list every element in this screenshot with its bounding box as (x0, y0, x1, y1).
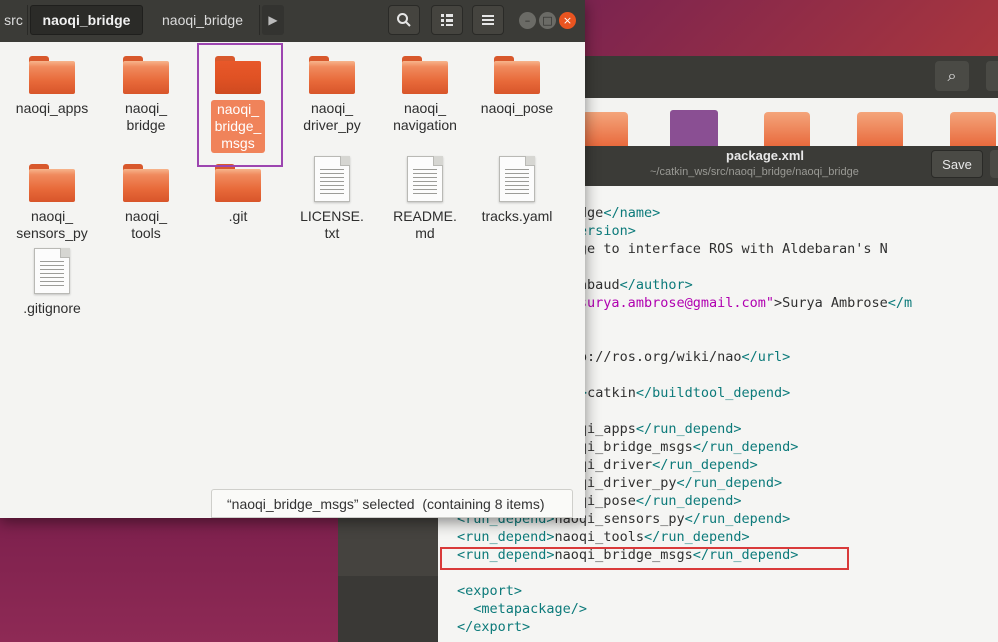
breadcrumb-current[interactable]: naoqi_bridge (30, 5, 143, 35)
chevron-right-icon[interactable]: ▶ (262, 5, 284, 35)
file-item-license[interactable]: LICENSE. txt (286, 156, 378, 242)
file-grid: naoqi_apps naoqi_ bridge naoqi_ bridge_ … (0, 42, 585, 518)
folder-item-naoqi-pose[interactable]: naoqi_pose (471, 56, 563, 117)
grid-view-icon[interactable] (431, 5, 463, 35)
background-panel (338, 576, 438, 642)
folder-icon (764, 112, 810, 146)
folder-icon (215, 164, 261, 202)
maximize-icon[interactable]: □ (539, 12, 556, 29)
highlight-annotation-box (440, 547, 849, 570)
editor-path: ~/catkin_ws/src/naoqi_bridge/naoqi_bridg… (650, 166, 859, 178)
editor-menu-button[interactable] (990, 150, 998, 178)
item-label: naoqi_pose (480, 100, 554, 116)
item-label: naoqi_apps (15, 100, 89, 116)
minimize-icon[interactable]: – (519, 12, 536, 29)
background-panel (338, 518, 438, 576)
search-icon[interactable]: ⌕ (935, 61, 969, 91)
code-line: <metapackage/> (473, 601, 588, 617)
file-item-tracks-yaml[interactable]: tracks.yaml (471, 156, 563, 225)
text-file-icon (499, 156, 535, 202)
item-label: LICENSE. txt (300, 208, 364, 241)
folder-icon (494, 56, 540, 94)
code-line: <run_depend>naoqi_tools</run_depend> (457, 529, 750, 545)
text-file-icon (407, 156, 443, 202)
editor-title: package.xml (726, 148, 805, 163)
folder-icon (29, 164, 75, 202)
item-label: naoqi_ tools (124, 208, 168, 241)
breadcrumb-child[interactable]: naoqi_bridge (146, 5, 260, 35)
item-label: .git (228, 208, 248, 224)
status-bar: “naoqi_bridge_msgs” selected (containing… (211, 489, 573, 518)
item-label: .gitignore (23, 300, 81, 316)
text-file-icon (34, 248, 70, 294)
application-icon (670, 110, 718, 146)
folder-item-naoqi-driver-py[interactable]: naoqi_ driver_py (286, 56, 378, 134)
folder-item-naoqi-bridge[interactable]: naoqi_ bridge (100, 56, 192, 134)
folder-item-naoqi-navigation[interactable]: naoqi_ navigation (379, 56, 471, 134)
folder-icon (29, 56, 75, 94)
code-line: <export> (457, 583, 523, 599)
hamburger-menu-icon[interactable] (472, 5, 504, 35)
file-item-gitignore[interactable]: .gitignore (6, 248, 98, 317)
folder-item-naoqi-tools[interactable]: naoqi_ tools (100, 164, 192, 242)
file-manager-window: src naoqi_bridge naoqi_bridge ▶ – □ × na… (0, 0, 585, 518)
save-button[interactable]: Save (931, 150, 983, 178)
close-icon[interactable]: × (559, 12, 576, 29)
item-label: tracks.yaml (481, 208, 553, 224)
file-manager-header: src naoqi_bridge naoqi_bridge ▶ – □ × (0, 0, 585, 42)
item-label: README. md (393, 208, 457, 241)
item-label: naoqi_ navigation (393, 100, 457, 133)
back-window-icon-strip (580, 98, 998, 146)
item-label: naoqi_ driver_py (303, 100, 361, 133)
folder-icon (950, 112, 996, 146)
file-item-readme[interactable]: README. md (379, 156, 471, 242)
folder-icon (582, 112, 628, 146)
item-label: naoqi_ sensors_py (16, 208, 88, 241)
item-label: naoqi_ bridge (124, 100, 168, 133)
breadcrumb-src[interactable]: src (0, 5, 28, 35)
folder-icon (309, 56, 355, 94)
folder-item-git[interactable]: .git (192, 164, 284, 225)
text-file-icon (314, 156, 350, 202)
folder-item-naoqi-sensors-py[interactable]: naoqi_ sensors_py (6, 164, 98, 242)
code-line: </export> (457, 619, 531, 635)
folder-item-naoqi-apps[interactable]: naoqi_apps (6, 56, 98, 117)
search-icon[interactable] (388, 5, 420, 35)
folder-icon (402, 56, 448, 94)
folder-icon (123, 164, 169, 202)
download-folder-icon (857, 112, 903, 146)
back-window-menu-button[interactable] (986, 61, 998, 91)
folder-icon (123, 56, 169, 94)
selection-annotation-box (197, 43, 283, 167)
